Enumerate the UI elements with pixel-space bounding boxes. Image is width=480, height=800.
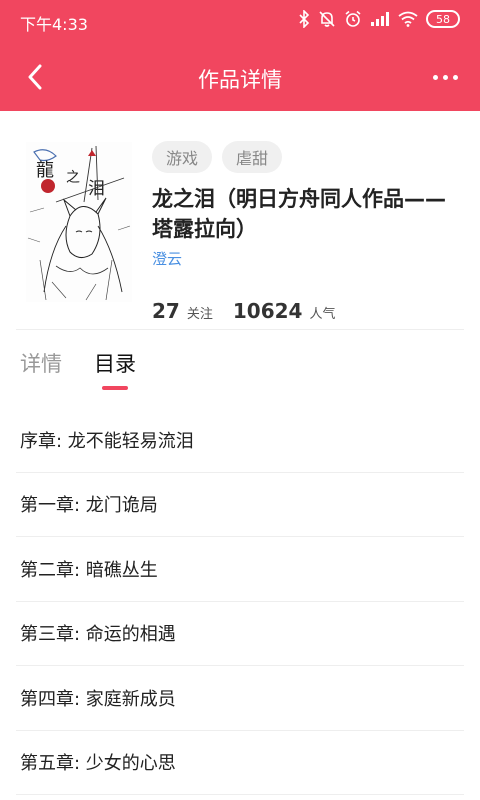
bluetooth-icon xyxy=(299,10,310,28)
svg-text:之: 之 xyxy=(66,170,80,186)
svg-text:泪: 泪 xyxy=(88,179,105,199)
chapter-item[interactable]: 第五章: 少女的心思 xyxy=(16,731,464,795)
follow-count: 27 xyxy=(152,299,180,323)
svg-text:龍: 龍 xyxy=(36,160,54,181)
cover-illustration: 龍 之 泪 xyxy=(26,142,132,302)
author-link[interactable]: 澄云 xyxy=(152,248,182,269)
popularity-label: 人气 xyxy=(309,307,336,322)
tab-catalog-label: 目录 xyxy=(94,352,136,376)
status-icons: 58 xyxy=(298,10,460,28)
chapter-item[interactable]: 第四章: 家庭新成员 xyxy=(16,666,464,731)
app-header: 下午4:33 58 作品详情 xyxy=(0,0,480,111)
tag-chip[interactable]: 虐甜 xyxy=(222,141,283,173)
tag-list: 游戏 虐甜 xyxy=(152,141,283,173)
page-title: 作品详情 xyxy=(198,68,282,92)
detail-tabs: 详情 目录 xyxy=(20,348,136,390)
wifi-icon xyxy=(398,11,418,27)
more-dot xyxy=(432,74,438,80)
toolbar: 作品详情 xyxy=(0,44,480,111)
mute-bell-icon xyxy=(319,11,335,27)
tab-details[interactable]: 详情 xyxy=(20,348,62,388)
battery-level: 58 xyxy=(436,12,450,26)
chapter-list: 序章: 龙不能轻易流泪 第一章: 龙门诡局 第二章: 暗礁丛生 第三章: 命运的… xyxy=(0,408,480,795)
follow-label: 关注 xyxy=(186,307,213,322)
chapter-item[interactable]: 第一章: 龙门诡局 xyxy=(16,473,464,537)
chapter-item[interactable]: 第二章: 暗礁丛生 xyxy=(16,537,464,602)
book-stats: 27 关注 10624 人气 xyxy=(152,299,355,323)
popularity-count: 10624 xyxy=(232,299,303,323)
status-time: 下午4:33 xyxy=(20,15,88,34)
book-title: 龙之泪（明日方舟同人作品——塔露拉向） xyxy=(152,187,446,241)
tag-chip[interactable]: 游戏 xyxy=(152,141,213,173)
tab-catalog[interactable]: 目录 xyxy=(94,348,136,390)
active-tab-indicator xyxy=(102,386,128,390)
signal-icon xyxy=(371,12,389,26)
more-dot xyxy=(442,74,448,80)
section-divider xyxy=(16,329,464,330)
more-button[interactable] xyxy=(430,66,460,88)
book-cover[interactable]: 龍 之 泪 xyxy=(26,142,132,302)
status-bar: 下午4:33 58 xyxy=(0,0,480,44)
alarm-icon xyxy=(345,10,361,27)
more-dot xyxy=(452,74,458,80)
chapter-item[interactable]: 序章: 龙不能轻易流泪 xyxy=(16,408,464,473)
tab-details-label: 详情 xyxy=(20,352,62,376)
battery-icon: 58 xyxy=(426,10,460,28)
chapter-item[interactable]: 第三章: 命运的相遇 xyxy=(16,602,464,666)
